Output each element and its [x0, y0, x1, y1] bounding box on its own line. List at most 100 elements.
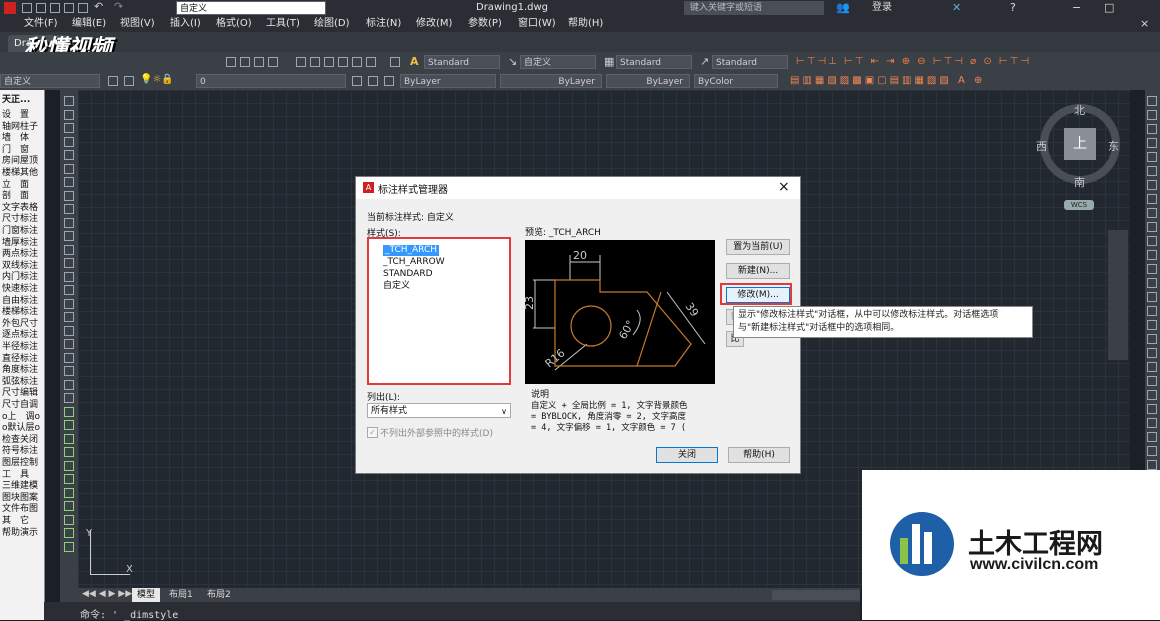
layer-combo[interactable]: 0 [196, 74, 346, 88]
mleader-style-combo[interactable]: Standard [712, 55, 788, 69]
lineweight-combo[interactable]: ByLayer [606, 74, 690, 88]
style-list[interactable]: _TCH_ARCH _TCH_ARROW STANDARD 自定义 [367, 237, 511, 385]
draw-tool-icon[interactable] [64, 217, 74, 228]
draw-tool-icon[interactable] [64, 312, 74, 322]
new-icon[interactable] [22, 3, 32, 13]
draw-tool-icon[interactable] [64, 325, 74, 336]
draw-tool-icon[interactable] [64, 352, 74, 363]
workspace-settings-icon[interactable] [108, 76, 118, 86]
dialog-close-icon[interactable]: × [778, 179, 790, 195]
undo-icon[interactable]: ↶ [94, 0, 103, 13]
saveas-icon[interactable] [64, 3, 74, 13]
wcs-menu[interactable]: WCS [1064, 200, 1094, 210]
tangent-menu-item[interactable]: 立 面 [2, 179, 44, 191]
tool-palette-icon[interactable] [324, 57, 334, 67]
menu-draw[interactable]: 绘图(D) [314, 16, 350, 32]
help-toolbar-icon[interactable] [390, 57, 400, 67]
draw-tool-icon[interactable] [64, 285, 74, 295]
modify-tool-icon[interactable] [1147, 194, 1157, 204]
menu-help[interactable]: 帮助(H) [568, 16, 603, 32]
draw-tool-icon[interactable] [64, 366, 74, 376]
new-button[interactable]: 新建(N)... [726, 263, 790, 279]
tangent-menu-item[interactable]: 外包尺寸 [2, 318, 44, 330]
modify-tool-icon[interactable] [1147, 96, 1157, 106]
draw-tool-icon[interactable] [64, 541, 74, 552]
dimension-toolbar[interactable]: ⊢⊤⊣⊥ ⊢⊤ ⇤ ⇥ ⊕ ⊖ ⊢⊤⊣ ⌀ ⊙ ⊢⊤⊣ [796, 56, 1146, 68]
modify-tool-icon[interactable] [1147, 334, 1157, 344]
modify-tool-icon[interactable] [1147, 278, 1157, 288]
login-link[interactable]: 登录 [872, 0, 892, 16]
draw-tool-icon[interactable] [64, 231, 74, 241]
modify-tool-icon[interactable] [1147, 138, 1157, 148]
help-button[interactable]: 帮助(H) [728, 447, 790, 463]
zoom-realtime-icon[interactable] [240, 57, 250, 67]
tangent-menu-item[interactable]: 符号标注 [2, 445, 44, 457]
design-center-icon[interactable] [310, 57, 320, 67]
draw-tool-icon[interactable] [64, 339, 74, 349]
help-icon[interactable]: ? [1010, 0, 1016, 16]
sheet-set-icon[interactable] [338, 57, 348, 67]
redo-icon[interactable]: ↷ [114, 0, 123, 13]
tangent-menu-item[interactable]: 尺寸自调 [2, 399, 44, 411]
tangent-menu-item[interactable]: 自由标注 [2, 295, 44, 307]
layer-match-icon[interactable] [384, 76, 394, 86]
tangent-menu-item[interactable]: 角度标注 [2, 364, 44, 376]
tangent-menu-item[interactable]: 图层控制 [2, 457, 44, 469]
tangent-menu-item[interactable]: 半径标注 [2, 341, 44, 353]
navigation-bar[interactable] [1108, 230, 1128, 360]
draw-tool-icon[interactable] [64, 96, 74, 106]
tangent-menu-item[interactable]: 尺寸编辑 [2, 387, 44, 399]
dialog-title-bar[interactable]: A 标注样式管理器 × [356, 177, 800, 199]
modify-tool-icon[interactable] [1147, 390, 1157, 400]
draw-tool-icon[interactable] [64, 487, 74, 498]
tangent-menu-item[interactable]: o默认层o [2, 422, 44, 434]
draw-tool-icon[interactable] [64, 150, 74, 160]
tangent-menu-item[interactable]: 设 置 [2, 109, 44, 121]
tab-layout1[interactable]: 布局1 [164, 588, 198, 602]
pan-icon[interactable] [226, 57, 236, 67]
properties-icon[interactable] [296, 57, 306, 67]
menu-insert[interactable]: 插入(I) [170, 16, 201, 32]
draw-tool-icon[interactable] [64, 177, 74, 187]
layer-previous-icon[interactable] [368, 76, 378, 86]
modify-tool-icon[interactable] [1147, 376, 1157, 386]
tangent-menu-item[interactable]: 三维建模 [2, 480, 44, 492]
draw-tool-icon[interactable] [64, 501, 74, 511]
tangent-menu-item[interactable]: 逐点标注 [2, 329, 44, 341]
tangent-menu-item[interactable]: 工 具 [2, 469, 44, 481]
menu-view[interactable]: 视图(V) [120, 16, 155, 32]
tangent-menu-item[interactable]: 其 它 [2, 515, 44, 527]
viewcube-north[interactable]: 北 [1074, 102, 1085, 118]
modify-tool-icon[interactable] [1147, 152, 1157, 162]
draw-tool-icon[interactable] [64, 204, 74, 214]
zoom-previous-icon[interactable] [268, 57, 278, 67]
tangent-menu-item[interactable]: 门窗标注 [2, 225, 44, 237]
app-icon[interactable] [4, 2, 16, 14]
modify-tool-icon[interactable] [1147, 404, 1157, 414]
menu-file[interactable]: 文件(F) [24, 16, 58, 32]
draw-tool-icon[interactable] [64, 528, 74, 538]
modify-tool-icon[interactable] [1147, 432, 1157, 442]
tangent-menu-item[interactable]: 墙 体 [2, 132, 44, 144]
tangent-toolbar[interactable]: ▤▥▦▧▨▩▣▢▤▥▦▧▨ A ⊕ [790, 75, 1090, 87]
tangent-menu-item[interactable]: o上 调o [2, 411, 44, 423]
draw-tool-icon[interactable] [64, 514, 74, 525]
modify-tool-icon[interactable] [1147, 110, 1157, 120]
modify-tool-icon[interactable] [1147, 292, 1157, 302]
dim-style-combo[interactable]: 自定义 [520, 55, 596, 69]
tangent-menu-item[interactable]: 弧弦标注 [2, 376, 44, 388]
tangent-menu-item[interactable]: 图块图案 [2, 492, 44, 504]
layer-properties-icon[interactable] [124, 76, 134, 86]
style-item-tch-arrow[interactable]: _TCH_ARROW [383, 257, 445, 268]
draw-tool-icon[interactable] [64, 271, 74, 282]
style-item-tch-arch[interactable]: _TCH_ARCH [383, 245, 440, 256]
tangent-menu-item[interactable]: 楼梯标注 [2, 306, 44, 318]
modify-tool-icon[interactable] [1147, 166, 1157, 176]
text-style-combo[interactable]: Standard [424, 55, 500, 69]
modify-tool-icon[interactable] [1147, 236, 1157, 246]
menu-window[interactable]: 窗口(W) [518, 16, 556, 32]
horizontal-scrollbar[interactable] [772, 590, 860, 600]
viewcube-east[interactable]: 东 [1108, 138, 1119, 154]
tangent-menu-item[interactable]: 门 窗 [2, 144, 44, 156]
modify-tool-icon[interactable] [1147, 320, 1157, 330]
